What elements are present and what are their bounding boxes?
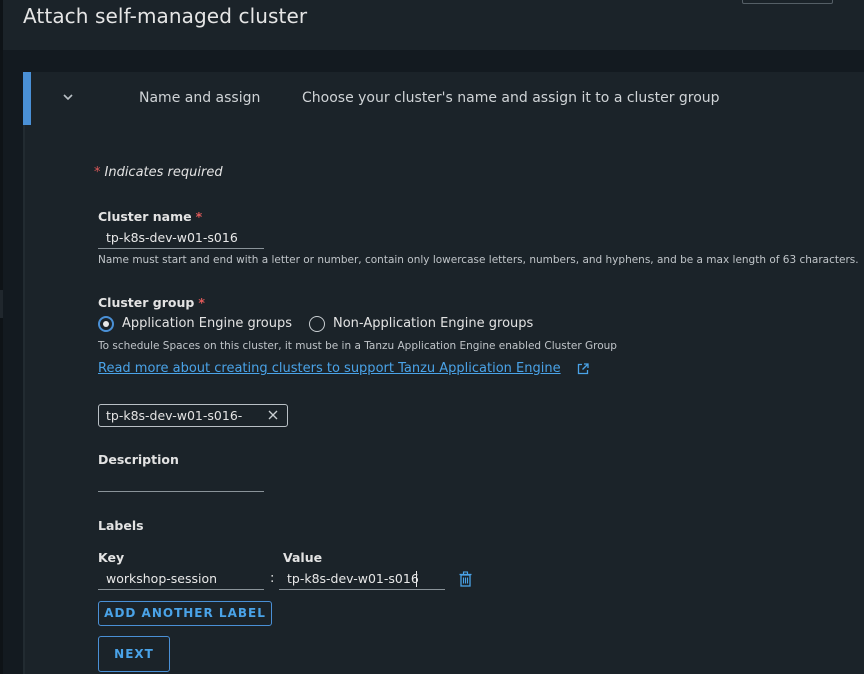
read-more-link[interactable]: Read more about creating clusters to sup… <box>98 361 561 376</box>
cluster-name-helper: Name must start and end with a letter or… <box>98 254 859 266</box>
add-another-label-button[interactable]: ADD ANOTHER LABEL <box>98 601 272 626</box>
step-body <box>23 125 864 674</box>
required-note: * Indicates required <box>94 165 223 180</box>
step-name: Name and assign <box>139 90 261 106</box>
trash-icon[interactable] <box>458 571 473 587</box>
radio-selected-dot <box>103 321 109 327</box>
cluster-name-input[interactable] <box>98 227 264 249</box>
required-star: * <box>94 165 101 180</box>
cluster-group-label-text: Cluster group <box>98 295 195 310</box>
label-key-input[interactable] <box>98 568 264 590</box>
page-title: Attach self-managed cluster <box>23 4 308 28</box>
clear-icon[interactable] <box>267 409 279 421</box>
chevron-down-icon[interactable] <box>61 90 75 104</box>
label-value-header: Value <box>283 550 323 565</box>
text-cursor <box>416 571 417 587</box>
cluster-group-select[interactable]: tp-k8s-dev-w01-s016- <box>98 404 288 427</box>
radio-label-application-engine-groups[interactable]: Application Engine groups <box>122 316 292 331</box>
step-description: Choose your cluster's name and assign it… <box>302 90 720 106</box>
step-active-indicator <box>23 72 31 125</box>
radio-non-application-engine-groups[interactable] <box>309 316 325 332</box>
cluster-name-label-text: Cluster name <box>98 209 192 224</box>
description-label: Description <box>98 452 179 467</box>
selected-cluster-group: tp-k8s-dev-w01-s016- <box>106 408 243 423</box>
cluster-name-label: Cluster name * <box>98 209 202 224</box>
labels-title: Labels <box>98 518 144 533</box>
cluster-group-helper: To schedule Spaces on this cluster, it m… <box>98 340 617 352</box>
next-button[interactable]: NEXT <box>98 636 170 672</box>
step-body-border <box>23 125 25 674</box>
cluster-group-required-star: * <box>198 295 205 310</box>
required-note-text: Indicates required <box>104 165 223 180</box>
cluster-name-required-star: * <box>195 209 203 224</box>
header-corner-button[interactable] <box>742 0 833 4</box>
step-header-name-and-assign[interactable]: Name and assign Choose your cluster's na… <box>23 72 864 125</box>
attach-cluster-page: Attach self-managed cluster Name and ass… <box>0 0 864 674</box>
label-value-input[interactable] <box>279 568 445 590</box>
radio-label-non-application-engine-groups[interactable]: Non-Application Engine groups <box>333 316 533 331</box>
radio-application-engine-groups[interactable] <box>98 316 114 332</box>
label-key-header: Key <box>98 550 125 565</box>
description-input[interactable] <box>98 470 264 492</box>
label-separator: : <box>270 571 275 586</box>
external-link-icon[interactable] <box>576 362 590 376</box>
cluster-group-label: Cluster group * <box>98 295 205 310</box>
